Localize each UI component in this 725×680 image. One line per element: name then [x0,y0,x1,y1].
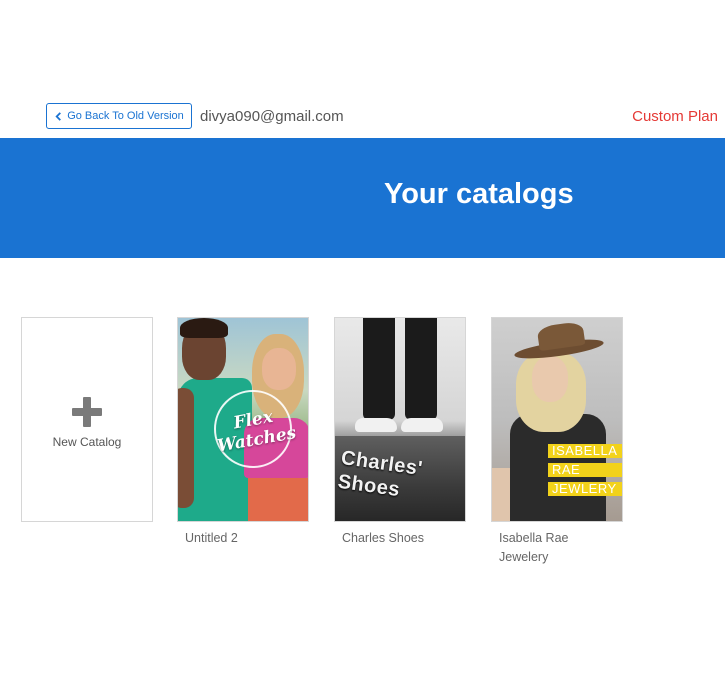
cover-line-2: RAE [548,463,622,477]
cover-line-1: ISABELLA [548,444,622,458]
cover-line-3: JEWLERY [548,482,622,496]
new-catalog-label: New Catalog [52,434,122,449]
catalog-card-isabella-rae[interactable]: ISABELLA RAE JEWLERY [491,317,623,522]
catalog-card-charles-shoes[interactable]: Charles' Shoes [334,317,466,522]
plus-icon [72,396,102,427]
catalog-name[interactable]: Isabella Rae Jewelery [499,529,609,567]
chevron-left-icon [55,111,62,121]
catalogs-banner: Your catalogs [0,138,725,258]
custom-plan-link[interactable]: Custom Plan [632,108,718,125]
go-back-label: Go Back To Old Version [67,110,184,122]
go-back-button[interactable]: Go Back To Old Version [46,103,192,129]
catalog-card-untitled-2[interactable]: Flex Watches [177,317,309,522]
user-email: divya090@gmail.com [200,108,344,125]
new-catalog-card[interactable]: New Catalog [21,317,153,522]
catalog-name[interactable]: Untitled 2 [185,529,315,548]
catalog-name[interactable]: Charles Shoes [342,529,472,548]
page-title: Your catalogs [384,178,574,210]
top-bar: Go Back To Old Version divya090@gmail.co… [0,100,725,136]
